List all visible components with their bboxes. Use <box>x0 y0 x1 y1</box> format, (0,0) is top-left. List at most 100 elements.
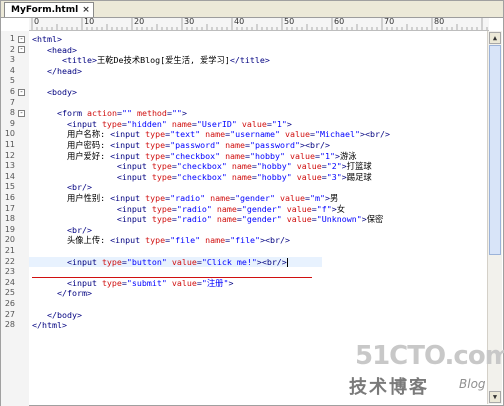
scroll-up-button[interactable]: ▲ <box>489 32 501 44</box>
code-token: "f" <box>316 203 332 214</box>
code-token: value <box>171 277 197 288</box>
code-token: "m" <box>310 193 326 203</box>
code-line[interactable]: <br/> <box>32 182 92 192</box>
close-icon[interactable]: × <box>82 5 90 15</box>
code-token: <input <box>110 235 146 246</box>
code-line[interactable]: <head> <box>32 45 77 55</box>
code-token: <input <box>110 129 146 140</box>
line-number: 11 <box>4 140 15 149</box>
code-token: value <box>171 256 197 267</box>
code-line[interactable]: <input type="hidden" name="UserID" value… <box>32 119 292 129</box>
line-number: 17 <box>4 203 15 213</box>
code-token: value <box>280 193 306 203</box>
code-line[interactable]: </body> <box>32 310 82 320</box>
code-line[interactable]: <input type="submit" value="注册"> <box>32 277 234 288</box>
code-line[interactable]: 头像上传: <input type="file" name="file"><br… <box>32 235 290 245</box>
code-token: <input <box>116 161 152 172</box>
ruler-label: 80 <box>434 17 445 26</box>
line-number: 26 <box>4 299 15 308</box>
code-token: 用户密码: <box>32 140 111 150</box>
ruler-label: 30 <box>184 17 195 26</box>
code-token: 男 <box>330 193 339 203</box>
code-line[interactable]: <input type="radio" name="gender" value=… <box>32 204 345 214</box>
line-number: 25 <box>4 288 15 298</box>
code-token: 女 <box>336 203 346 214</box>
tab-myform[interactable]: MyForm.html × <box>4 2 94 17</box>
code-token: <input <box>116 214 152 225</box>
code-token: "Michael" <box>315 129 360 140</box>
watermark-sub: 技术博客 <box>349 377 429 398</box>
fold-toggle-icon[interactable]: - <box>18 88 25 96</box>
code-token: <br/> <box>66 182 92 193</box>
code-token: "radio" <box>176 214 212 225</box>
text-caret <box>286 257 288 267</box>
code-token: "1" <box>271 118 287 129</box>
code-token: "text" <box>170 129 201 140</box>
ruler-label: 0 <box>34 17 40 26</box>
line-number: 23 <box>4 267 15 277</box>
line-number: 27 <box>4 309 15 319</box>
code-line[interactable]: </head> <box>32 66 82 76</box>
code-line[interactable]: </html> <box>32 320 67 330</box>
ruler-label: 20 <box>134 17 145 26</box>
code-line[interactable]: 用户爱好: <input type="checkbox" name="hobby… <box>32 151 357 161</box>
code-token: > <box>228 277 234 288</box>
code-line[interactable]: <input type="checkbox" name="hobby" valu… <box>32 172 372 182</box>
code-token: "Click me!" <box>201 256 257 267</box>
fold-toggle-icon[interactable]: - <box>18 35 25 43</box>
scroll-thumb[interactable] <box>489 45 501 255</box>
code-line[interactable]: <html> <box>32 34 62 44</box>
line-number: 14 <box>4 171 15 181</box>
code-line[interactable]: <input type="radio" name="gender" value=… <box>32 214 383 224</box>
code-line[interactable]: <body> <box>32 87 77 97</box>
line-number: 8 <box>9 108 15 118</box>
code-token: value <box>296 161 322 172</box>
line-number: 5 <box>9 76 15 86</box>
code-token: ><br/> <box>359 129 390 140</box>
code-token: <body> <box>47 87 77 97</box>
code-token: "2" <box>326 161 342 172</box>
code-line[interactable]: <form action="" method=""> <box>32 108 187 118</box>
code-token: <title> <box>61 55 97 66</box>
code-token: "file" <box>230 235 261 246</box>
code-line[interactable]: <br/> <box>32 225 92 235</box>
code-token: type <box>101 256 122 267</box>
editor-window: MyForm.html × 0 10 20 30 40 50 60 70 80 1-2-3456… <box>0 0 504 406</box>
code-token: <input <box>110 150 146 161</box>
line-number: 2 <box>9 44 15 54</box>
code-token: type <box>145 235 166 246</box>
code-line-current[interactable]: <input type="button" value="Click me!"><… <box>29 256 322 267</box>
code-token: 打篮球 <box>346 161 372 172</box>
code-token: "" <box>171 108 182 119</box>
ruler-label: 10 <box>84 17 95 26</box>
code-token: "button" <box>126 256 167 267</box>
code-token: "file" <box>170 235 201 246</box>
code-token: "checkbox" <box>176 171 227 182</box>
tab-bar: MyForm.html × <box>1 1 503 18</box>
code-line[interactable]: 用户性别: <input type="radio" name="gender" … <box>32 193 338 203</box>
code-line[interactable]: 用户密码: <input type="password" name="passw… <box>32 140 330 150</box>
fold-toggle-icon[interactable]: - <box>18 109 25 117</box>
code-token: "hobby" <box>256 171 292 182</box>
fold-toggle-icon[interactable]: - <box>18 46 25 54</box>
ruler-label: 60 <box>334 17 345 26</box>
code-token: name <box>216 214 237 225</box>
code-token: value <box>241 118 267 129</box>
line-number: 7 <box>9 97 15 107</box>
code-line[interactable]: <input type="checkbox" name="hobby" valu… <box>32 161 372 171</box>
code-line[interactable]: <title>王乾De技术Blog[爱生活, 爱学习]</title> <box>32 55 270 65</box>
line-number: 28 <box>4 320 15 330</box>
code-token: "username" <box>230 129 281 140</box>
code-token: type <box>145 140 166 150</box>
code-token: "注册" <box>201 277 229 288</box>
code-line[interactable]: 用户名称: <input type="text" name="username"… <box>32 129 390 139</box>
code-token: type <box>151 171 172 182</box>
code-token: value <box>286 203 312 214</box>
ruler-label: 40 <box>234 17 245 26</box>
code-line[interactable]: </form> <box>32 288 92 298</box>
